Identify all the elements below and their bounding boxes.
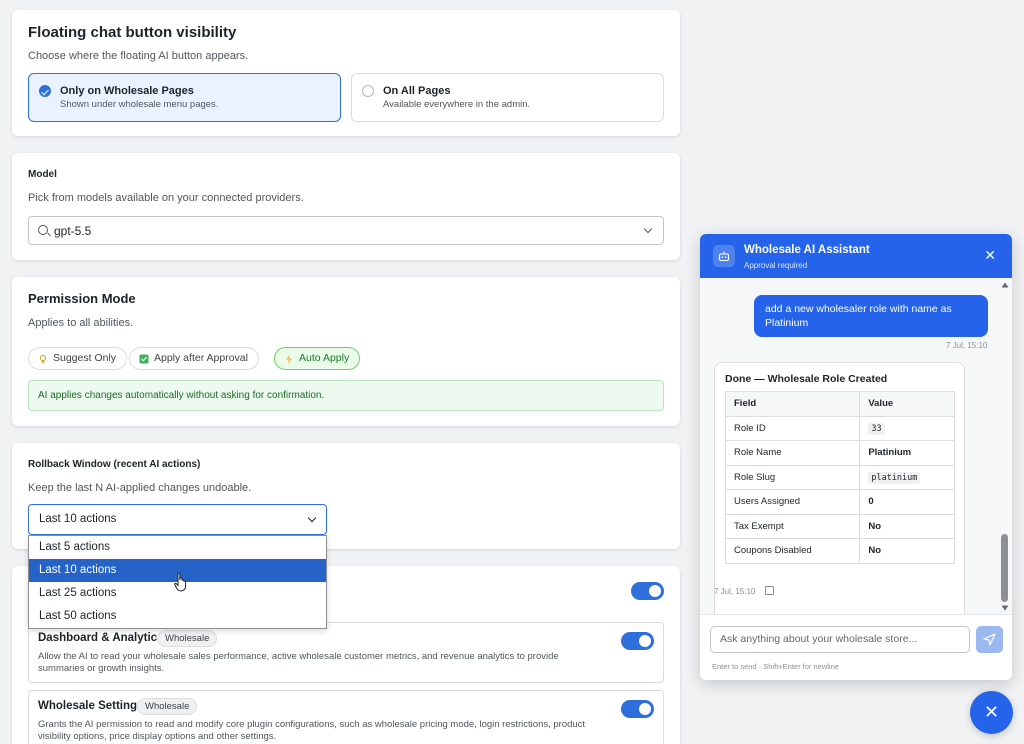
- option-description: Shown under wholesale menu pages.: [60, 99, 219, 110]
- hand-cursor-icon: [174, 572, 187, 592]
- permission-notice: AI applies changes automatically without…: [28, 380, 664, 411]
- permission-title: Permission Mode: [28, 291, 136, 306]
- checkbox-icon: [139, 354, 149, 364]
- result-title: Done — Wholesale Role Created: [725, 373, 888, 385]
- rollback-card: Rollback Window (recent AI actions) Keep…: [12, 443, 680, 549]
- chat-input[interactable]: Ask anything about your wholesale store.…: [710, 626, 970, 653]
- mode-label: Auto Apply: [299, 352, 350, 364]
- chat-header: Wholesale AI Assistant Approval required…: [700, 234, 1012, 278]
- rollback-description: Keep the last N AI-applied changes undoa…: [28, 482, 252, 494]
- rollback-select[interactable]: Last 10 actions: [28, 504, 327, 535]
- assistant-result-card: Done — Wholesale Role Created Field Valu…: [714, 362, 965, 622]
- send-icon: [983, 633, 996, 646]
- field-cell: Users Assigned: [724, 489, 861, 515]
- mode-apply-after-approval[interactable]: Apply after Approval: [129, 347, 259, 370]
- scroll-thumb[interactable]: [1001, 534, 1008, 602]
- mode-auto-apply[interactable]: Auto Apply: [274, 347, 361, 370]
- field-cell: Tax Exempt: [724, 513, 861, 539]
- chat-composer: Ask anything about your wholesale store.…: [700, 614, 1012, 680]
- permission-description: Applies to all abilities.: [28, 317, 134, 329]
- mode-label: Suggest Only: [53, 352, 117, 364]
- table-row: Users Assigned 0: [724, 489, 955, 515]
- chat-fab-close-button[interactable]: ✕: [970, 691, 1013, 734]
- copy-icon[interactable]: [765, 586, 774, 595]
- value-code: platinium: [868, 471, 921, 484]
- ability-description: Grants the AI permission to read and mod…: [38, 719, 586, 742]
- value-code: 33: [868, 422, 885, 435]
- chevron-down-icon: [643, 224, 653, 234]
- mode-suggest-only[interactable]: Suggest Only: [28, 347, 128, 370]
- option-title: Only on Wholesale Pages: [60, 85, 194, 97]
- field-cell: Role Slug: [724, 464, 861, 490]
- table-header: Field: [724, 391, 861, 417]
- radio-unchecked-icon[interactable]: [362, 85, 374, 97]
- chevron-down-icon: [307, 513, 317, 523]
- table-row: Tax Exempt No: [724, 513, 955, 539]
- value-cell: platinium: [859, 464, 955, 490]
- option-wholesale-pages[interactable]: Only on Wholesale Pages Shown under whol…: [28, 73, 341, 122]
- message-timestamp: 7 Jul, 15:10: [946, 341, 988, 350]
- user-message: add a new wholesaler role with name as P…: [754, 295, 988, 337]
- result-table: Field Value Role ID 33 Role Name Platini…: [724, 391, 955, 564]
- value-cell: 0: [859, 489, 955, 515]
- option-title: On All Pages: [383, 85, 451, 97]
- table-row: Role Name Platinium: [724, 440, 955, 466]
- value-cell: Platinium: [859, 440, 955, 466]
- scroll-down-icon[interactable]: [1001, 605, 1009, 611]
- chat-panel: Wholesale AI Assistant Approval required…: [700, 234, 1012, 680]
- model-description: Pick from models available on your conne…: [28, 192, 304, 204]
- model-card: Model Pick from models available on your…: [12, 153, 680, 260]
- ability-wholesale-settings: Wholesale Settings Wholesale Grants the …: [28, 690, 664, 744]
- field-cell: Coupons Disabled: [724, 538, 861, 564]
- abilities-master-toggle[interactable]: [631, 582, 664, 600]
- model-title: Model: [28, 169, 57, 180]
- option-all-pages[interactable]: On All Pages Available everywhere in the…: [351, 73, 664, 122]
- permission-card: Permission Mode Applies to all abilities…: [12, 277, 680, 426]
- close-icon: ✕: [983, 702, 1000, 722]
- value-cell: 33: [859, 415, 955, 441]
- option-description: Available everywhere in the admin.: [383, 99, 531, 110]
- visibility-description: Choose where the floating AI button appe…: [28, 50, 249, 62]
- lightbulb-icon: [39, 354, 47, 363]
- search-icon: [38, 225, 48, 235]
- field-cell: Role Name: [724, 440, 861, 466]
- rollback-value: Last 10 actions: [39, 513, 117, 525]
- table-row: Coupons Disabled No: [724, 538, 955, 564]
- ability-description: Allow the AI to read your wholesale sale…: [38, 651, 559, 674]
- ability-badge: Wholesale: [137, 698, 198, 715]
- chat-title: Wholesale AI Assistant: [744, 244, 870, 256]
- model-value: gpt-5.5: [54, 224, 92, 238]
- field-cell: Role ID: [724, 415, 861, 441]
- chat-messages: add a new wholesaler role with name as P…: [700, 278, 1012, 622]
- mode-label: Apply after Approval: [154, 352, 248, 364]
- ability-title: Wholesale Settings: [38, 700, 144, 712]
- composer-hint: Enter to send · Shift+Enter for newline: [712, 662, 839, 671]
- message-timestamp: 7 Jul, 15:10: [714, 587, 756, 596]
- rollback-option[interactable]: Last 5 actions: [29, 536, 326, 559]
- value-cell: No: [859, 513, 955, 539]
- rollback-option[interactable]: Last 50 actions: [29, 605, 326, 628]
- ability-badge: Wholesale: [157, 630, 218, 647]
- close-icon[interactable]: ✕: [984, 247, 996, 263]
- table-header: Value: [859, 391, 955, 417]
- robot-icon: [713, 245, 735, 267]
- table-row: Role ID 33: [724, 415, 955, 441]
- table-row: Role Slug platinium: [724, 464, 955, 490]
- lightning-icon: [286, 354, 292, 364]
- ability-title: Dashboard & Analytics: [38, 632, 164, 644]
- ability-dashboard-analytics: Dashboard & Analytics Wholesale Allow th…: [28, 622, 664, 683]
- radio-checked-icon[interactable]: [39, 85, 51, 97]
- ability-toggle[interactable]: [621, 632, 654, 650]
- chat-subtitle: Approval required: [744, 261, 808, 270]
- visibility-card: Floating chat button visibility Choose w…: [12, 10, 680, 136]
- model-select[interactable]: gpt-5.5: [28, 216, 664, 245]
- value-cell: No: [859, 538, 955, 564]
- visibility-title: Floating chat button visibility: [28, 24, 237, 41]
- scroll-up-icon[interactable]: [1001, 282, 1009, 288]
- send-button[interactable]: [976, 626, 1003, 653]
- rollback-title: Rollback Window (recent AI actions): [28, 459, 201, 470]
- ability-toggle[interactable]: [621, 700, 654, 718]
